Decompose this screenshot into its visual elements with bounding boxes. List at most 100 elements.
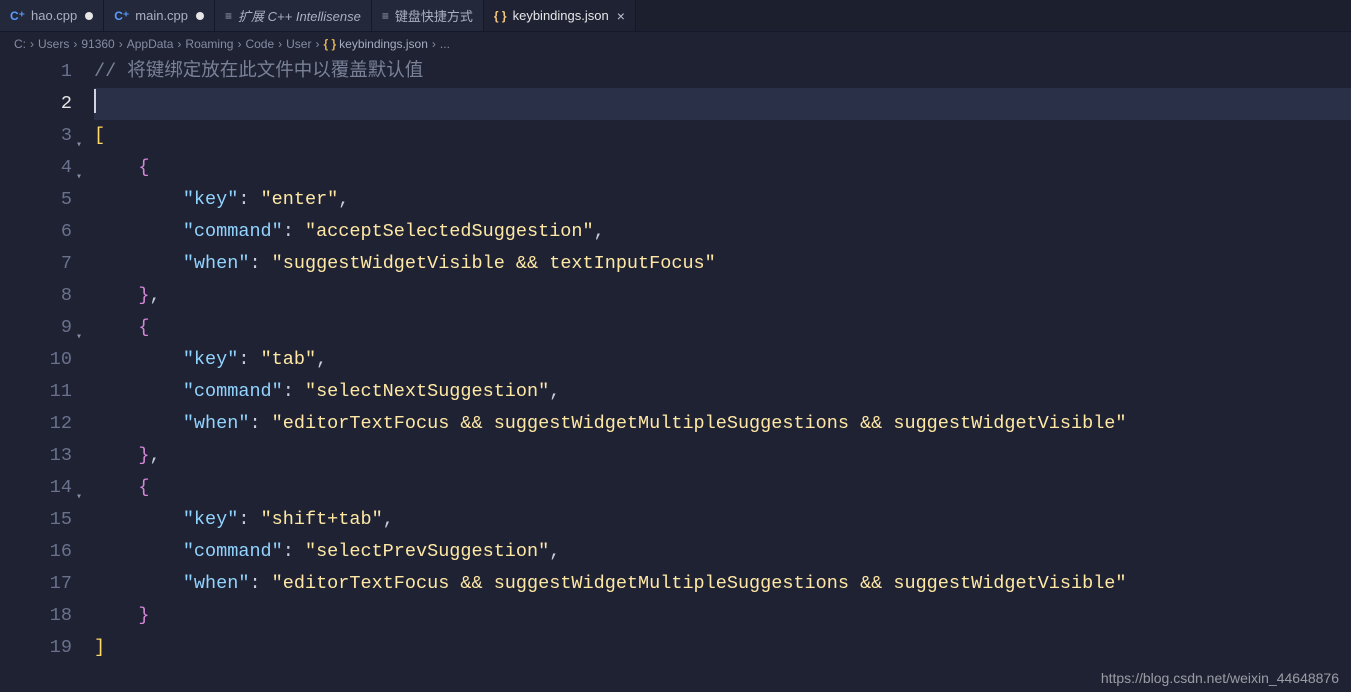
breadcrumb-segment[interactable]: Users: [38, 37, 69, 51]
kb-icon: ≡: [382, 9, 389, 23]
code-line[interactable]: // 将键绑定放在此文件中以覆盖默认值: [94, 56, 1351, 88]
breadcrumb-file[interactable]: { }keybindings.json: [323, 37, 427, 51]
code-line[interactable]: {: [94, 472, 1351, 504]
code-token: [94, 285, 138, 306]
code-token: ,: [150, 445, 161, 466]
tab-label: 键盘快捷方式: [395, 6, 473, 25]
code-token: [94, 509, 183, 530]
code-token: [94, 413, 183, 434]
tab-label: 扩展 C++ Intellisense: [238, 6, 361, 25]
code-line[interactable]: {: [94, 312, 1351, 344]
line-number: 10: [0, 344, 72, 376]
fold-toggle-icon[interactable]: ▾: [76, 482, 82, 514]
code-token: ,: [338, 189, 349, 210]
code-token: "selectNextSuggestion": [305, 381, 549, 402]
breadcrumb-segment[interactable]: Roaming: [185, 37, 233, 51]
chevron-right-icon: ›: [237, 37, 241, 51]
code-token: {: [138, 317, 149, 338]
breadcrumb-segment[interactable]: 91360: [81, 37, 114, 51]
code-line[interactable]: "key": "enter",: [94, 184, 1351, 216]
code-line[interactable]: "when": "editorTextFocus && suggestWidge…: [94, 568, 1351, 600]
code-token: [94, 445, 138, 466]
tab-main-cpp[interactable]: C⁺main.cpp: [104, 0, 215, 31]
chevron-right-icon: ›: [73, 37, 77, 51]
text-cursor: [94, 89, 96, 113]
chevron-right-icon: ›: [119, 37, 123, 51]
code-line[interactable]: "command": "selectPrevSuggestion",: [94, 536, 1351, 568]
code-line[interactable]: "command": "selectNextSuggestion",: [94, 376, 1351, 408]
watermark: https://blog.csdn.net/weixin_44648876: [1101, 670, 1339, 686]
code-token: "key": [183, 509, 239, 530]
fold-toggle-icon[interactable]: ▾: [76, 130, 82, 162]
line-number: 14: [0, 472, 72, 504]
code-line[interactable]: "when": "editorTextFocus && suggestWidge…: [94, 408, 1351, 440]
code-token: [94, 541, 183, 562]
line-number-gutter: ▾▾▾▾ 12345678910111213141516171819: [0, 56, 94, 692]
code-token: [94, 253, 183, 274]
code-line[interactable]: ]: [94, 632, 1351, 664]
breadcrumb-file-label: keybindings.json: [339, 37, 428, 51]
code-token: "key": [183, 349, 239, 370]
breadcrumb-tail[interactable]: ...: [440, 37, 450, 51]
line-number: 1: [0, 56, 72, 88]
line-number: 13: [0, 440, 72, 472]
dirty-indicator-icon: [85, 12, 93, 20]
line-number: 18: [0, 600, 72, 632]
code-token: {: [138, 157, 149, 178]
chevron-right-icon: ›: [30, 37, 34, 51]
code-token: [94, 477, 138, 498]
breadcrumb-segment[interactable]: AppData: [127, 37, 174, 51]
line-number: 4: [0, 152, 72, 184]
breadcrumb-segment[interactable]: C:: [14, 37, 26, 51]
code-token: [94, 221, 183, 242]
tab-label: hao.cpp: [31, 8, 77, 23]
tab-hao-cpp[interactable]: C⁺hao.cpp: [0, 0, 104, 31]
code-token: [94, 349, 183, 370]
code-token: :: [249, 573, 271, 594]
close-icon[interactable]: ×: [617, 8, 625, 24]
code-token: ,: [549, 381, 560, 402]
line-number: 7: [0, 248, 72, 280]
code-token: :: [249, 253, 271, 274]
code-token: "selectPrevSuggestion": [305, 541, 549, 562]
code-token: [94, 381, 183, 402]
line-number: 11: [0, 376, 72, 408]
code-line[interactable]: },: [94, 440, 1351, 472]
tab-label: main.cpp: [135, 8, 188, 23]
line-number: 8: [0, 280, 72, 312]
tab-keybindings-json[interactable]: { }keybindings.json×: [484, 0, 636, 31]
code-token: }: [138, 445, 149, 466]
code-line[interactable]: {: [94, 152, 1351, 184]
line-number: 6: [0, 216, 72, 248]
code-token: "when": [183, 253, 250, 274]
code-line[interactable]: }: [94, 600, 1351, 632]
code-editor[interactable]: ▾▾▾▾ 12345678910111213141516171819 // 将键…: [0, 56, 1351, 692]
chevron-right-icon: ›: [315, 37, 319, 51]
code-token: "editorTextFocus && suggestWidgetMultipl…: [272, 573, 1127, 594]
code-token: [94, 157, 138, 178]
code-line[interactable]: [94, 88, 1351, 120]
code-line[interactable]: "key": "tab",: [94, 344, 1351, 376]
code-token: :: [283, 541, 305, 562]
code-area[interactable]: // 将键绑定放在此文件中以覆盖默认值 [ { "key": "enter", "…: [94, 56, 1351, 692]
json-icon: { }: [323, 37, 336, 51]
line-number: 3: [0, 120, 72, 152]
tab-bar: C⁺hao.cppC⁺main.cpp≡扩展 C++ Intellisense≡…: [0, 0, 1351, 32]
fold-toggle-icon[interactable]: ▾: [76, 162, 82, 194]
code-token: {: [138, 477, 149, 498]
line-number: 5: [0, 184, 72, 216]
breadcrumb-segment[interactable]: User: [286, 37, 311, 51]
fold-toggle-icon[interactable]: ▾: [76, 322, 82, 354]
line-number: 2: [0, 88, 72, 120]
code-line[interactable]: "command": "acceptSelectedSuggestion",: [94, 216, 1351, 248]
breadcrumb-segment[interactable]: Code: [245, 37, 274, 51]
line-number: 17: [0, 568, 72, 600]
tab-label: keybindings.json: [513, 8, 609, 23]
code-line[interactable]: "key": "shift+tab",: [94, 504, 1351, 536]
tab--c-intellisense[interactable]: ≡扩展 C++ Intellisense: [215, 0, 372, 31]
code-line[interactable]: [: [94, 120, 1351, 152]
tab--[interactable]: ≡ 键盘快捷方式: [372, 0, 484, 31]
code-token: :: [249, 413, 271, 434]
code-line[interactable]: "when": "suggestWidgetVisible && textInp…: [94, 248, 1351, 280]
code-line[interactable]: },: [94, 280, 1351, 312]
